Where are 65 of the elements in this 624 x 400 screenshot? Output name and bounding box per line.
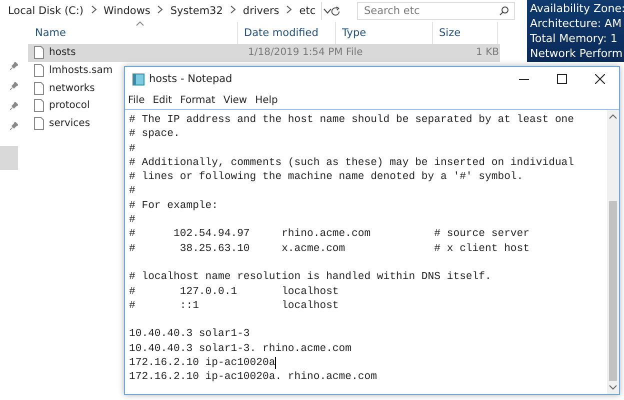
breadcrumb-item[interactable]: System32 [170,5,223,17]
text-line: # [129,213,136,228]
search-icon [499,6,509,16]
address-bar[interactable]: Local Disk (C:) Windows System32 drivers etc [0,2,322,20]
text-line: 172.16.2.10 ip-ac10020a [129,356,276,370]
pin-icon[interactable] [10,122,18,130]
text-line: # The IP address and the host name should be separated by at least one [129,113,574,128]
menu-item[interactable]: File [128,94,145,106]
pin-icon[interactable] [10,102,18,110]
text-line: 10.40.40.3 solar1-3 [129,327,250,342]
text-line: # 102.54.94.97 rhino.acme.com # source server [129,227,530,242]
menu-item[interactable]: View [223,94,248,106]
text-line: # For example: [129,198,218,214]
breadcrumb-item[interactable]: drivers [242,5,280,17]
file-type: File [346,47,364,58]
file-row[interactable]: protocol [28,97,122,115]
text-line: # space. [129,127,180,142]
file-icon [34,64,44,78]
text-line: # 38.25.63.10 x.acme.com # x client host [129,242,530,256]
pin-icon[interactable] [10,62,18,70]
notepad-icon [132,72,145,86]
file-date: 1/18/2019 1:54 PM [248,47,344,58]
text-line: # Additionally, comments (such as these) may be inserted on individual [129,156,574,170]
pin-icon[interactable] [10,82,18,90]
info-text: Availability Zone: [529,1,624,16]
dropdown-icon[interactable] [322,8,332,14]
file-name: hosts [49,47,77,58]
text-line: # lines or following the machine name denoted by a '#' symbol. [129,170,524,184]
file-name: protocol [49,100,90,112]
text-line: # [129,142,136,156]
scrollbar[interactable] [607,110,619,394]
file-name: lmhosts.sam [49,65,113,76]
info-text: Total Memory: 1 [529,31,618,46]
menu-item[interactable]: Help [255,94,278,106]
search-field[interactable]: Search etc [357,2,515,20]
file-size: 1 KB [475,47,499,58]
menu-item[interactable]: Format [180,94,216,106]
maximize-button[interactable] [557,74,567,84]
scrollbar-thumb[interactable] [609,201,617,381]
text-line: # 127.0.0.1 localhost [129,284,339,299]
file-row[interactable]: lmhosts.sam [28,62,122,80]
file-row[interactable]: services [28,114,122,132]
file-icon [34,99,44,112]
breadcrumb-item[interactable]: etc [299,5,316,17]
text-line: 172.16.2.10 ip-ac10020a. rhino.acme.com [129,370,377,385]
breadcrumb-item[interactable]: Windows [104,5,150,17]
text-line: # ::1 localhost [129,298,339,314]
menu-item[interactable]: Edit [152,94,172,106]
info-text: Network Perform [529,46,623,61]
window-title: hosts - Notepad [149,73,234,85]
file-icon [34,82,44,95]
file-row[interactable]: hosts 1/18/2019 1:54 PM File 1 KB [28,44,500,62]
file-row[interactable]: networks [28,79,122,98]
scroll-up-icon[interactable] [609,114,617,119]
file-name: services [49,118,90,130]
file-icon [34,46,44,60]
text-line: 10.40.40.3 solar1-3. rhino.acme.com [129,342,352,356]
info-text: Architecture: AM [529,16,622,31]
breadcrumb-item[interactable]: Local Disk (C:) [8,5,84,17]
file-icon [34,117,44,130]
text-line: # localhost name resolution is handled within DNS itself. [129,270,492,285]
file-name: networks [49,82,95,94]
close-button[interactable] [595,74,605,84]
text-line: # [129,184,136,199]
scroll-down-icon[interactable] [609,385,617,390]
